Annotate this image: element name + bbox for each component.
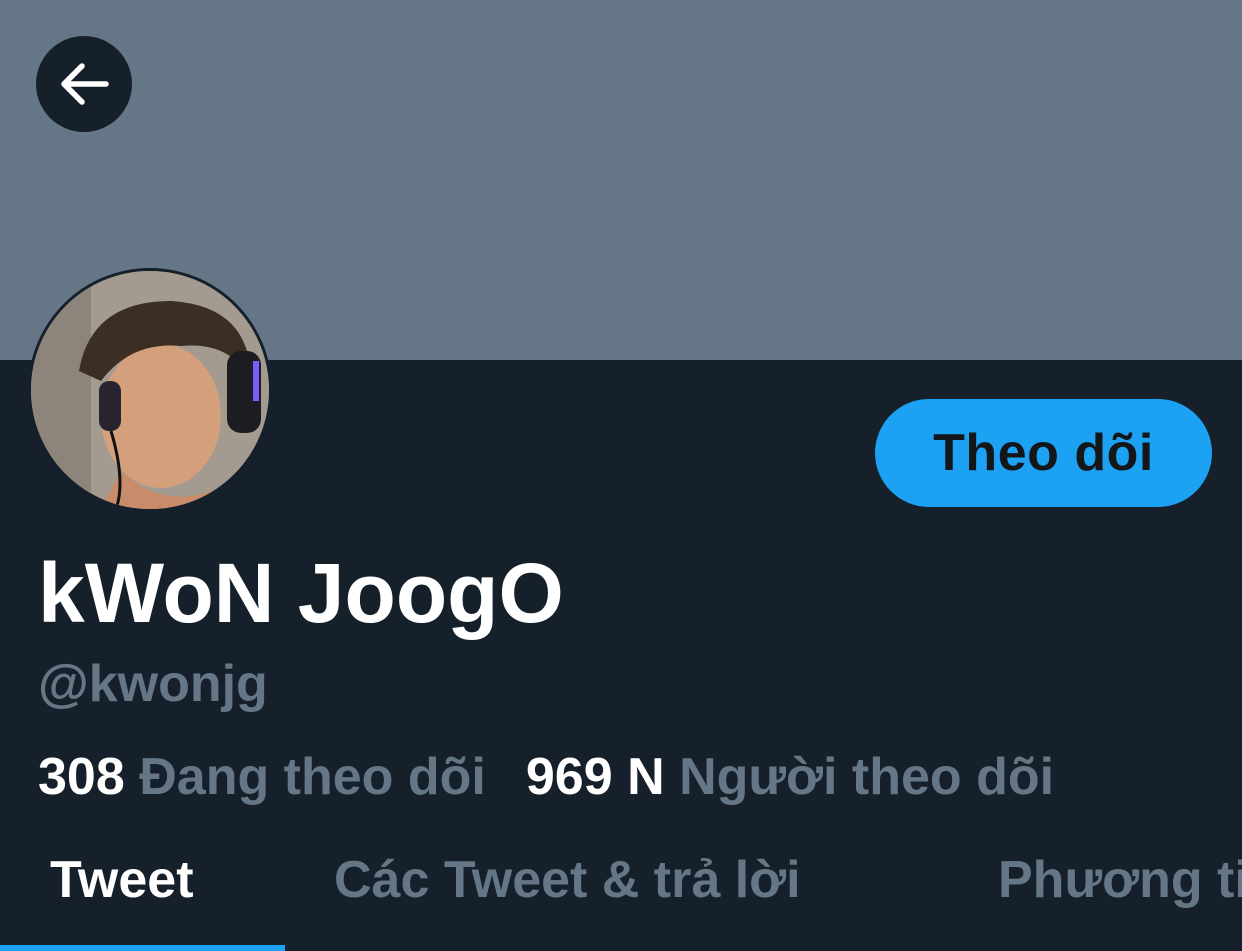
followers-link[interactable]: 969 N Người theo dõi bbox=[526, 748, 1054, 806]
user-handle: @kwonjg bbox=[38, 655, 268, 713]
active-tab-indicator bbox=[0, 945, 285, 951]
avatar[interactable] bbox=[28, 268, 272, 512]
display-name: kWoN JoogO bbox=[38, 546, 564, 640]
arrow-left-icon bbox=[61, 63, 109, 105]
following-link[interactable]: 308 Đang theo dõi bbox=[38, 748, 486, 806]
following-count: 308 bbox=[38, 748, 125, 806]
follow-button[interactable]: Theo dõi bbox=[875, 399, 1212, 507]
follow-stats: 308 Đang theo dõi 969 N Người theo dõi bbox=[38, 745, 1242, 809]
back-button[interactable] bbox=[36, 36, 132, 132]
followers-label: Người theo dõi bbox=[679, 748, 1055, 806]
avatar-photo bbox=[31, 271, 269, 509]
following-label: Đang theo dõi bbox=[139, 748, 486, 806]
followers-count: 969 N bbox=[525, 748, 665, 806]
tab-media[interactable]: Phương tiện bbox=[998, 840, 1242, 951]
tab-tweets[interactable]: Tweet bbox=[50, 840, 194, 951]
profile-tabs: Tweet Các Tweet & trả lời Phương tiện bbox=[0, 840, 1242, 951]
tab-tweets-and-replies[interactable]: Các Tweet & trả lời bbox=[334, 840, 801, 951]
